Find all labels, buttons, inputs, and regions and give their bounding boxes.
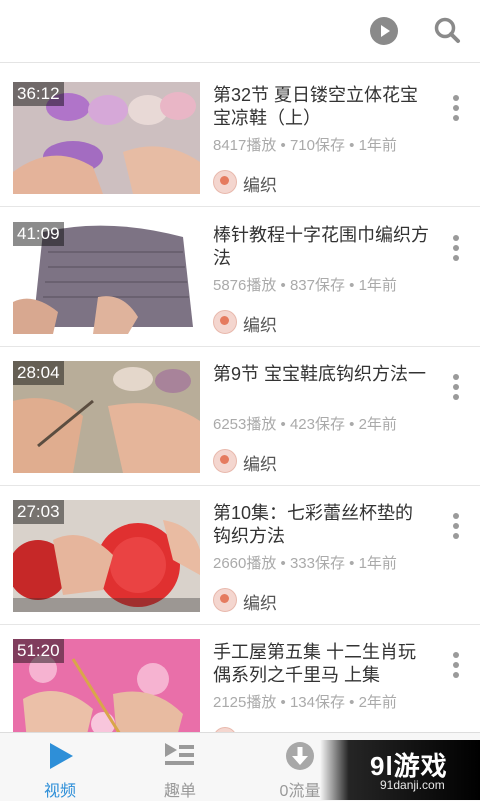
video-stats: 5876播放 • 837保存 • 1年前 — [213, 277, 397, 294]
avatar — [213, 170, 237, 194]
avatar — [213, 310, 237, 334]
video-item[interactable]: 51:20 手工屋第五集 十二生肖玩偶系列之千里马 上集 2125播放 • 13… — [0, 625, 480, 732]
download-icon — [286, 742, 314, 770]
video-duration: 28:04 — [13, 361, 64, 385]
video-duration: 51:20 — [13, 639, 64, 663]
watermark: 9l游戏 91danji.com — [320, 740, 480, 800]
tab-videos[interactable]: 视频 — [0, 733, 120, 801]
video-item[interactable]: 41:09 棒针教程十字花围巾编织方法 5876播放 • 837保存 • 1年前… — [0, 208, 480, 347]
more-options-icon[interactable] — [450, 235, 462, 267]
video-title[interactable]: 第10集：七彩蕾丝杯垫的钩织方法 — [213, 502, 431, 548]
more-options-icon[interactable] — [450, 513, 462, 545]
video-thumbnail[interactable]: 51:20 — [13, 639, 200, 732]
author-name: 编织 — [243, 316, 277, 335]
video-stats: 2125播放 • 134保存 • 2年前 — [213, 694, 397, 711]
more-options-icon[interactable] — [450, 374, 462, 406]
video-stats: 2660播放 • 333保存 • 1年前 — [213, 555, 397, 572]
avatar — [213, 449, 237, 473]
search-icon[interactable] — [433, 16, 461, 44]
video-title[interactable]: 棒针教程十字花围巾编织方法 — [213, 224, 431, 270]
video-thumbnail[interactable]: 41:09 — [13, 222, 200, 334]
play-triangle-icon — [50, 743, 73, 769]
video-thumbnail[interactable]: 36:12 — [13, 82, 200, 194]
video-item[interactable]: 36:12 第32节 夏日镂空立体花宝宝凉鞋（上） 8417播放 • 710保存… — [0, 68, 480, 207]
video-item[interactable]: 28:04 第9节 宝宝鞋底钩织方法一 6253播放 • 423保存 • 2年前… — [0, 347, 480, 486]
video-item[interactable]: 27:03 第10集：七彩蕾丝杯垫的钩织方法 2660播放 • 333保存 • … — [0, 486, 480, 625]
more-options-icon[interactable] — [450, 95, 462, 127]
video-thumbnail[interactable]: 28:04 — [13, 361, 200, 473]
video-title[interactable]: 第32节 夏日镂空立体花宝宝凉鞋（上） — [213, 84, 431, 130]
playlist-icon — [165, 743, 194, 765]
avatar — [213, 588, 237, 612]
video-duration: 41:09 — [13, 222, 64, 246]
video-thumbnail[interactable]: 27:03 — [13, 500, 200, 612]
author-name: 编织 — [243, 455, 277, 474]
top-bar — [0, 0, 480, 63]
video-stats: 8417播放 • 710保存 • 1年前 — [213, 137, 397, 154]
video-list[interactable]: 36:12 第32节 夏日镂空立体花宝宝凉鞋（上） 8417播放 • 710保存… — [0, 68, 480, 732]
video-duration: 36:12 — [13, 82, 64, 106]
video-title[interactable]: 第9节 宝宝鞋底钩织方法一 — [213, 363, 431, 409]
tab-label: 视频 — [43, 783, 76, 800]
more-options-icon[interactable] — [450, 652, 462, 684]
tab-label: 趣单 — [163, 783, 196, 800]
video-stats: 6253播放 • 423保存 • 2年前 — [213, 416, 397, 433]
watermark-site: 91danji.com — [380, 778, 445, 792]
video-title[interactable]: 手工屋第五集 十二生肖玩偶系列之千里马 上集 — [213, 641, 431, 687]
author-name: 编织 — [243, 176, 277, 195]
video-duration: 27:03 — [13, 500, 64, 524]
tab-playlists[interactable]: 趣单 — [120, 733, 240, 801]
play-icon[interactable] — [370, 17, 398, 45]
author-name: 编织 — [243, 594, 277, 613]
